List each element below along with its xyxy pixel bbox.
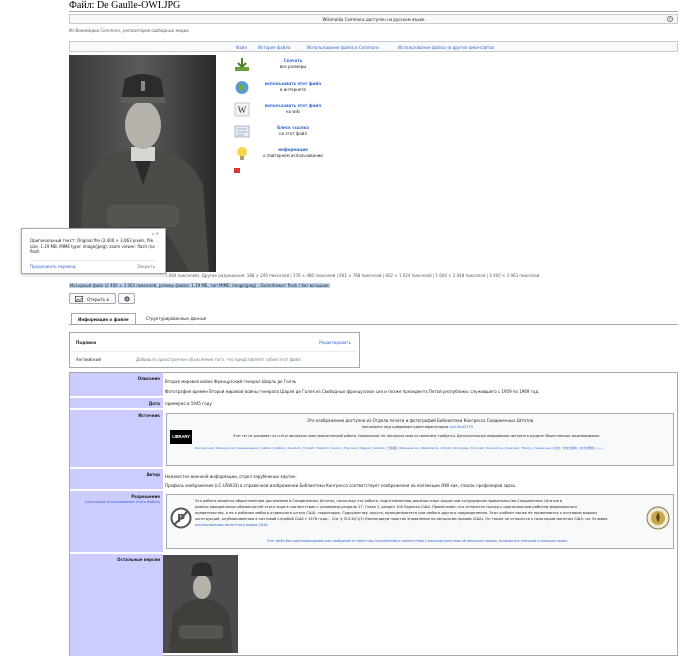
loc-id-link[interactable]: cph.3b42779 xyxy=(449,425,473,429)
source-label-cell: Источник xyxy=(70,410,163,468)
title-divider xyxy=(69,11,678,12)
captions-panel: Подписи Редактировать Английский Добавьт… xyxy=(69,332,360,368)
file-nav-file[interactable]: Файл xyxy=(236,45,247,50)
suggest-translation-link[interactable]: Предложить перевод xyxy=(30,264,76,269)
language-notice-bar: Wikimedia Commons доступен на русском яз… xyxy=(69,14,678,24)
sidebar-use-wiki[interactable]: W использовать этот файл на wiki xyxy=(234,101,334,121)
site-subtitle: Из Викимедиа Commons, репозитория свобод… xyxy=(69,28,189,33)
caption-placeholder[interactable]: Добавьте однострочное объяснение того, ч… xyxy=(136,357,301,362)
pd-line-6[interactable]: Этот файл был идентифицирован как свобод… xyxy=(267,539,568,543)
sidebar-reuse-info-sub: о повторном использовании xyxy=(263,153,323,158)
author-label: Автор xyxy=(146,472,160,477)
description-label: Описание xyxy=(137,376,160,381)
sidebar-use-web[interactable]: использовать этот файл в интернете xyxy=(234,79,334,99)
other-version-thumbnail[interactable] xyxy=(163,555,238,653)
settings-button[interactable] xyxy=(118,293,135,304)
globe-icon xyxy=(235,81,249,94)
us-seal-icon xyxy=(646,506,670,530)
loc-language-links[interactable]: Беларуская | Беларуская (тарашкевіца) | … xyxy=(195,446,604,450)
description-label-cell: Описание xyxy=(70,373,163,397)
public-domain-icon: P xyxy=(170,507,192,529)
open-in-button[interactable]: Открыть в xyxy=(69,293,116,304)
pd-line-1: Эта работа является общественным достоян… xyxy=(195,499,562,503)
captions-divider xyxy=(72,351,357,352)
description-line-1: Вторая мировая война Французский генерал… xyxy=(165,379,297,384)
sidebar-download[interactable]: Скачать все размеры xyxy=(234,56,334,76)
other-version-photo xyxy=(163,555,238,653)
sidebar-email-link-sub: на этот файл xyxy=(279,131,307,136)
author-line-1: Неизвестно военной информации, отдел зар… xyxy=(165,474,297,479)
caption-language: Английский xyxy=(76,357,102,362)
svg-text:W: W xyxy=(238,105,247,115)
pd-line-3: правительства, а не к работам любого отд… xyxy=(195,511,598,515)
wikipedia-icon: W xyxy=(234,102,250,117)
date-label-cell: Дата xyxy=(70,398,163,409)
pd-line-2: рамках официальных обязанностей этого ли… xyxy=(195,505,577,509)
translation-popup: ▫ ✕ Оригинальный текст: Original file (2… xyxy=(21,228,166,274)
captions-edit-link[interactable]: Редактировать xyxy=(319,340,351,345)
pdf-icon[interactable] xyxy=(234,168,240,173)
author-line-2: Профиль изображения (LC-USW33) в справоч… xyxy=(165,483,517,488)
date-value: примерно в 1945 году xyxy=(165,401,212,406)
license-label-cell: Разрешение (повторное использование этог… xyxy=(70,491,163,553)
loc-subtitle-text: Автономно под цифровым идентификатором xyxy=(362,425,449,429)
popup-window-icons[interactable]: ▫ ✕ xyxy=(152,231,159,236)
loc-title: Это изображение доступно из Отдела печат… xyxy=(307,418,534,423)
author-label-cell: Автор xyxy=(70,469,163,490)
page-title: Файл: De Gaulle-OWI.JPG xyxy=(69,0,181,11)
pd-line-4: конструкций, опубликованным в почтовой с… xyxy=(195,517,608,521)
sidebar-use-wiki-title[interactable]: использовать этот файл xyxy=(252,103,334,108)
popup-original-text: Оригинальный текст: Original file (2,400… xyxy=(30,238,155,254)
sidebar-reuse-info-title[interactable]: информация xyxy=(252,147,334,152)
sidebar-download-title[interactable]: Скачать xyxy=(252,58,334,63)
file-nav-bar: Файл История файла Использование файла в… xyxy=(69,41,678,52)
sidebar-use-web-title[interactable]: использовать этот файл xyxy=(252,81,334,86)
loc-note: Этот тег не указывает на статус авторски… xyxy=(233,434,601,438)
captions-heading: Подписи xyxy=(76,340,97,345)
source-label: Источник xyxy=(138,413,160,418)
sidebar-use-wiki-sub: на wiki xyxy=(285,109,301,114)
loc-template-box: LIBRARY Это изображение доступно из Отде… xyxy=(166,413,674,466)
file-nav-history[interactable]: История файла xyxy=(258,45,290,50)
sidebar-email-link-title[interactable]: Блеск ссылка xyxy=(252,125,334,130)
file-nav-commons-usage[interactable]: Использование файла в Commons xyxy=(307,45,379,50)
gear-icon xyxy=(124,296,130,302)
license-reuse-link[interactable]: (повторное использование этого файла) xyxy=(85,500,160,504)
other-versions-label: Остальные версии xyxy=(117,557,160,562)
other-versions-label-cell: Остальные версии xyxy=(70,554,163,657)
library-of-congress-logo: LIBRARY xyxy=(170,430,192,444)
sidebar-reuse-info[interactable]: информация о повторном использовании xyxy=(234,145,334,165)
public-domain-template-box: P Эта работа является общественным досто… xyxy=(166,494,674,549)
sidebar-use-web-sub: в интернете xyxy=(279,87,307,92)
sidebar-email-link[interactable]: Блеск ссылка на этот файл xyxy=(234,123,334,143)
open-in-label: Открыть в xyxy=(87,296,109,302)
lightbulb-icon xyxy=(237,147,247,160)
description-line-2: Фотография времен Второй мировой войны г… xyxy=(165,389,540,394)
pd-line-5[interactable]: использования монетного двора США. xyxy=(195,523,268,527)
popup-divider xyxy=(30,260,157,261)
language-notice-text[interactable]: Wikimedia Commons доступен на русском яз… xyxy=(70,17,677,22)
date-label: Дата xyxy=(148,401,160,406)
email-icon xyxy=(234,125,250,138)
popup-close-button[interactable]: Закрыть xyxy=(137,264,155,269)
other-resolutions-line[interactable]: (.064 пикселей). Другие разрешения: 188 … xyxy=(166,273,539,278)
download-icon xyxy=(235,58,249,71)
image-icon xyxy=(75,296,83,302)
close-icon[interactable]: × xyxy=(667,16,673,22)
loc-subtitle: Автономно под цифровым идентификатором c… xyxy=(362,425,473,429)
file-nav-global-usage[interactable]: Использование файла на других вики-сайта… xyxy=(398,45,494,50)
information-table: Описание Вторая мировая война Французски… xyxy=(69,372,678,657)
license-label: Разрешение xyxy=(131,494,160,499)
sidebar-download-sub: все размеры xyxy=(279,64,307,69)
original-file-link[interactable]: Исходный файл (2 400 × 3 063 пикселей, р… xyxy=(69,283,330,288)
tabs-divider xyxy=(69,324,678,325)
